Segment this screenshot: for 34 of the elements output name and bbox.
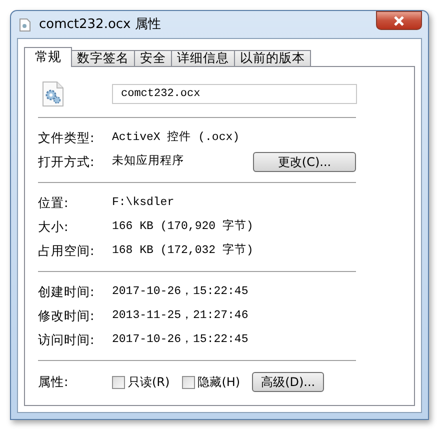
tab[interactable]: 常规 bbox=[24, 47, 72, 67]
document-icon bbox=[19, 18, 31, 32]
field-value: 2017-10-26，15:22:45 bbox=[112, 332, 250, 348]
tab[interactable]: 数字签名 bbox=[71, 50, 135, 66]
field-label: 打开方式: bbox=[38, 152, 96, 171]
close-button[interactable] bbox=[376, 11, 422, 30]
attribute-checkbox[interactable]: 只读(R) bbox=[112, 373, 170, 391]
advanced-button[interactable]: 高级(D)... bbox=[252, 372, 324, 392]
field-label: 文件类型: bbox=[38, 128, 96, 147]
attributes-label: 属性: bbox=[38, 372, 70, 391]
tab[interactable]: 安全 bbox=[134, 50, 172, 66]
field-label: 访问时间: bbox=[38, 330, 96, 349]
field-value: ActiveX 控件 (.ocx) bbox=[112, 130, 241, 146]
checkbox[interactable] bbox=[112, 376, 125, 388]
field-label: 占用空间: bbox=[38, 242, 96, 260]
checkbox[interactable] bbox=[182, 376, 195, 388]
field-value: F:\ksdler bbox=[112, 195, 176, 212]
field-value: 未知应用程序 bbox=[112, 153, 185, 170]
close-icon bbox=[393, 16, 405, 26]
file-gear-icon bbox=[42, 81, 64, 107]
field-value: 2013-11-25，21:27:46 bbox=[112, 308, 250, 324]
field-value: 168 KB (172,032 字节) bbox=[112, 242, 252, 260]
field-value: 2017-10-26，15:22:45 bbox=[112, 284, 250, 300]
attribute-checkbox[interactable]: 隐藏(H) bbox=[182, 373, 240, 391]
field-label: 位置: bbox=[38, 194, 70, 212]
field-label: 修改时间: bbox=[38, 306, 96, 325]
window-title: comct232.ocx 属性 bbox=[39, 16, 161, 34]
field-label: 创建时间: bbox=[38, 282, 96, 301]
change-button[interactable]: 更改(C)... bbox=[253, 152, 356, 172]
file-name-field[interactable]: comct232.ocx bbox=[112, 84, 357, 104]
tab[interactable]: 详细信息 bbox=[171, 50, 235, 66]
tab[interactable]: 以前的版本 bbox=[234, 50, 311, 66]
field-label: 大小: bbox=[38, 218, 70, 236]
field-value: 166 KB (170,920 字节) bbox=[112, 218, 252, 236]
